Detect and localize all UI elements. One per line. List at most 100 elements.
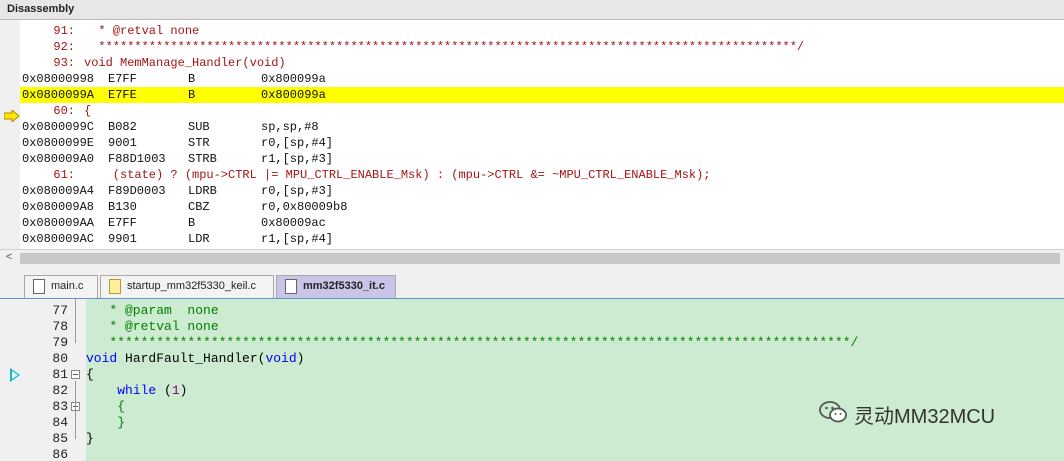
tab-startup-file[interactable]: startup_mm32f5330_keil.c — [100, 275, 274, 298]
instruction-address: 0x0800099A — [22, 88, 95, 102]
instruction-operands: r1,[sp,#3] — [261, 152, 334, 166]
code-text: { — [86, 367, 94, 383]
code-text: void HardFault_Handler(void) — [86, 351, 304, 367]
line-number: 79 — [52, 335, 68, 350]
code-token: { — [86, 367, 94, 382]
editor-line[interactable]: 79 *************************************… — [0, 335, 1064, 351]
instruction-address: 0x080009AC — [22, 232, 95, 246]
disassembly-title-bar: Disassembly — [0, 0, 1064, 20]
instruction-opcode: B082 — [108, 120, 137, 134]
editor-line[interactable]: 78 * @retval none — [0, 319, 1064, 335]
disassembly-instruction[interactable]: 0x080009A8 B130 CBZ r0,0x80009b8 — [20, 199, 1064, 215]
tab-main-c[interactable]: main.c — [24, 275, 98, 298]
code-text: { — [86, 399, 125, 415]
editor-line[interactable]: 80 void HardFault_Handler(void) — [0, 351, 1064, 367]
file-icon — [109, 279, 121, 294]
tab-it-c[interactable]: mm32f5330_it.c — [276, 275, 396, 298]
editor-line[interactable]: 81 { — [0, 367, 1064, 383]
line-number: 80 — [52, 351, 68, 366]
line-number: 83 — [52, 399, 68, 414]
instruction-opcode: E7FE — [108, 88, 137, 102]
scrollbar-thumb[interactable] — [20, 253, 1060, 264]
code-token: void — [265, 351, 297, 366]
instruction-address: 0x0800099C — [22, 120, 95, 134]
current-instruction-arrow-icon — [4, 110, 20, 122]
instruction-opcode: 9901 — [108, 232, 137, 246]
disassembly-title: Disassembly — [7, 3, 75, 15]
line-number: 82 — [52, 383, 68, 398]
instruction-mnemonic: B — [188, 88, 196, 102]
source-line-number: 91: — [53, 24, 75, 38]
code-token: ) — [179, 383, 188, 398]
editor-line[interactable]: 85} — [0, 431, 1064, 447]
code-text: } — [86, 415, 125, 431]
code-token: * @retval none — [86, 319, 219, 334]
fold-guide — [75, 299, 76, 343]
disassembly-source-line[interactable]: 61: (state) ? (mpu->CTRL |= MPU_CTRL_ENA… — [20, 167, 1064, 183]
instruction-mnemonic: LDRB — [188, 184, 217, 198]
instruction-mnemonic: B — [188, 216, 196, 230]
instruction-address: 0x0800099E — [22, 136, 95, 150]
code-token: ) — [296, 351, 305, 366]
source-line-text: { — [84, 104, 92, 118]
instruction-opcode: F89D0003 — [108, 184, 166, 198]
instruction-operands: sp,sp,#8 — [261, 120, 319, 134]
instruction-mnemonic: STR — [188, 136, 210, 150]
code-token: } — [86, 415, 126, 430]
disassembly-instruction[interactable]: 0x080009A4 F89D0003 LDRB r0,[sp,#3] — [20, 183, 1064, 199]
line-number: 84 — [52, 415, 68, 430]
instruction-operands: r1,[sp,#4] — [261, 232, 334, 246]
source-line-number: 93: — [53, 56, 75, 70]
code-token: ( — [156, 383, 172, 398]
code-text: * @retval none — [86, 319, 219, 335]
source-editor[interactable]: 77 * @param none 78 * @retval none 79 ****… — [0, 299, 1064, 461]
instruction-address: 0x080009A0 — [22, 152, 95, 166]
editor-line[interactable]: 86 — [0, 447, 1064, 461]
disassembly-instruction[interactable]: 0x0800099E 9001 STR r0,[sp,#4] — [20, 135, 1064, 151]
scroll-left-icon[interactable]: < — [6, 251, 12, 263]
source-line-number: 61: — [53, 168, 75, 182]
code-text: while (1) — [86, 383, 187, 399]
line-number: 81 — [52, 367, 68, 382]
code-token: * @param none — [86, 303, 219, 318]
source-line-text: * @retval none — [84, 24, 200, 38]
line-number: 86 — [52, 447, 68, 461]
disassembly-instruction[interactable]: 0x080009AC 9901 LDR r1,[sp,#4] — [20, 231, 1064, 247]
fold-toggle-icon[interactable] — [71, 370, 80, 379]
code-token: while — [117, 383, 157, 398]
disassembly-current-instruction[interactable]: 0x0800099A E7FE B 0x800099a — [20, 87, 1064, 103]
disassembly-source-line[interactable]: 93: void MemManage_Handler(void) — [20, 55, 1064, 71]
code-token: 1 — [171, 383, 180, 398]
disassembly-horizontal-scrollbar[interactable]: < — [0, 249, 1064, 267]
disassembly-source-line[interactable]: 91: * @retval none — [20, 23, 1064, 39]
disassembly-instruction[interactable]: 0x080009A0 F88D1003 STRB r1,[sp,#3] — [20, 151, 1064, 167]
source-line-text: void MemManage_Handler(void) — [84, 56, 286, 70]
editor-line[interactable]: 77 * @param none — [0, 303, 1064, 319]
source-line-text: ****************************************… — [84, 40, 805, 54]
code-token: } — [86, 431, 94, 446]
instruction-operands: 0x800099a — [261, 88, 326, 102]
wechat-logo-icon — [819, 401, 847, 423]
disassembly-instruction[interactable]: 0x0800099C B082 SUB sp,sp,#8 — [20, 119, 1064, 135]
instruction-opcode: E7FF — [108, 216, 137, 230]
editor-tab-bar: main.c startup_mm32f5330_keil.c mm32f533… — [0, 269, 1064, 300]
instruction-operands: r0,0x80009b8 — [261, 200, 348, 214]
instruction-opcode: E7FF — [108, 72, 137, 86]
disassembly-source-line[interactable]: 60: { — [20, 103, 1064, 119]
disassembly-instruction[interactable]: 0x08000998 E7FF B 0x800099a — [20, 71, 1064, 87]
disassembly-instruction[interactable]: 0x080009AA E7FF B 0x80009ac — [20, 215, 1064, 231]
instruction-address: 0x080009A8 — [22, 200, 95, 214]
disassembly-source-line[interactable]: 92: ************************************… — [20, 39, 1064, 55]
line-number: 85 — [52, 431, 68, 446]
file-icon — [33, 279, 45, 294]
disassembly-view[interactable]: 91: * @retval none 92: ******************… — [0, 20, 1064, 249]
source-line-text: (state) ? (mpu->CTRL |= MPU_CTRL_ENABLE_… — [84, 168, 711, 182]
code-token: void — [86, 351, 118, 366]
tab-label: mm32f5330_it.c — [303, 280, 385, 292]
instruction-opcode: B130 — [108, 200, 137, 214]
instruction-operands: 0x800099a — [261, 72, 326, 86]
tab-label: main.c — [51, 280, 84, 292]
instruction-mnemonic: LDR — [188, 232, 210, 246]
editor-line[interactable]: 82 while (1) — [0, 383, 1064, 399]
